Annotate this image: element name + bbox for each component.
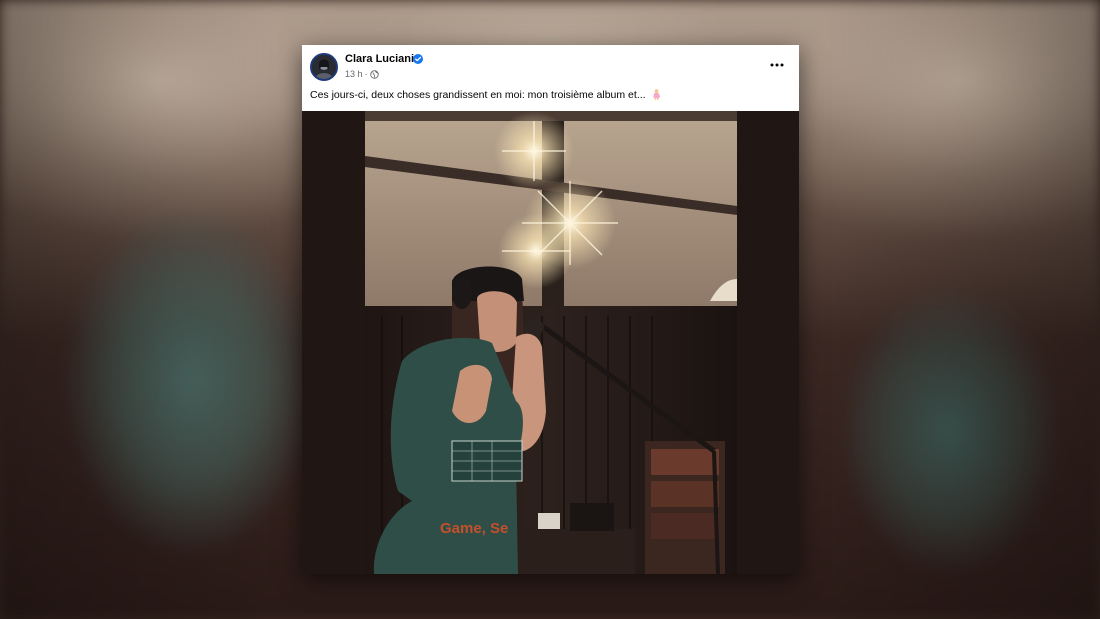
post-photo[interactable]: Game, Se [302,111,799,574]
avatar[interactable] [310,53,338,81]
shirt-print-text: Game, Se [440,520,508,537]
post-header: Clara Luciani 13 h · [302,45,799,85]
more-options-icon[interactable] [766,57,788,73]
verified-badge-icon [413,54,423,64]
caption-text: Ces jours-ci, deux choses grandissent en… [310,89,646,101]
author-name[interactable]: Clara Luciani [345,53,414,65]
facebook-post: Clara Luciani 13 h · Ces jours-ci, deux … [302,45,799,574]
meta-separator: · [364,69,368,79]
pregnant-woman-emoji [652,89,660,100]
post-meta: 13 h · [345,69,379,79]
post-caption: Ces jours-ci, deux choses grandissent en… [310,89,662,101]
post-timestamp[interactable]: 13 h [345,69,363,79]
globe-icon [369,69,379,79]
